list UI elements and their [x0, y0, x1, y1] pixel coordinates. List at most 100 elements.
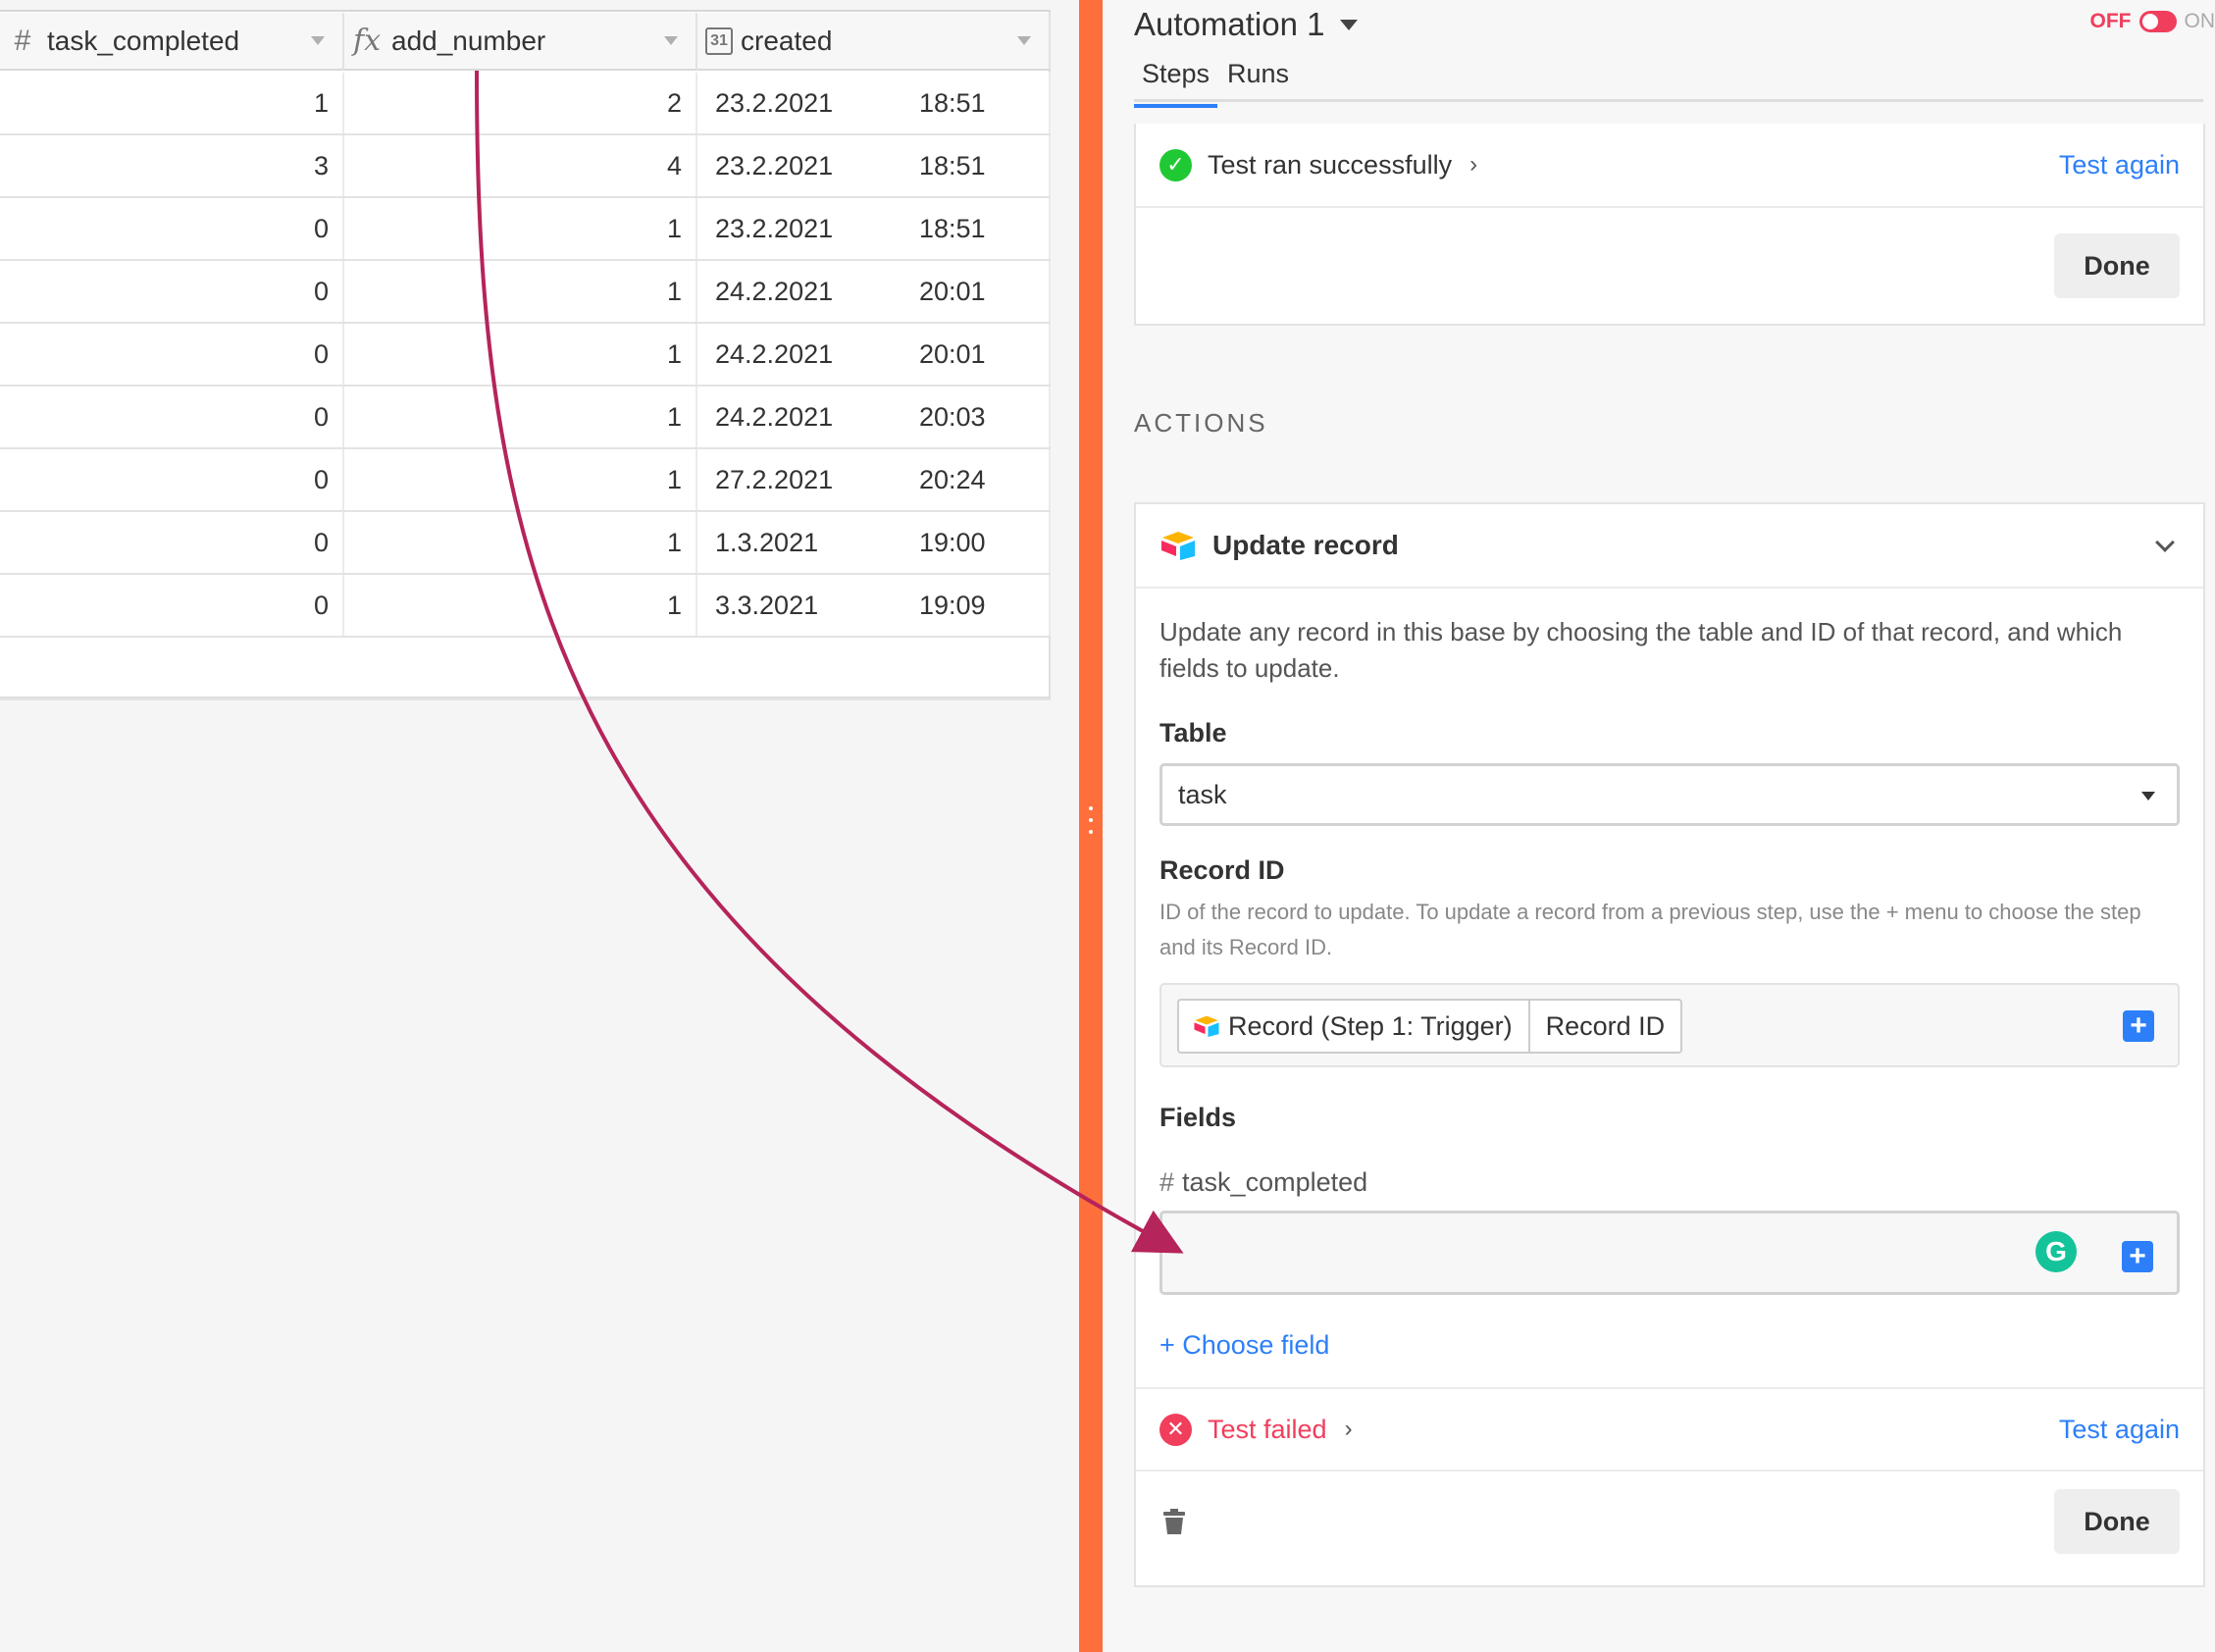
cell-task-completed[interactable]: 0 [0, 198, 344, 259]
created-date: 23.2.2021 [715, 151, 834, 181]
actions-section-label: ACTIONS [1134, 408, 1268, 438]
token-field-label: Record ID [1545, 1010, 1666, 1041]
column-menu-caret-icon[interactable] [311, 36, 325, 45]
add-token-button[interactable]: + [2123, 1010, 2154, 1042]
update-record-action-card: Update record Update any record in this … [1134, 502, 2205, 1587]
cell-created[interactable]: 27.2.2021 20:24 [697, 449, 1051, 510]
automation-toggle[interactable]: OFF ON [2090, 10, 2215, 33]
cell-created[interactable]: 23.2.2021 18:51 [697, 73, 1051, 133]
formula-field-icon: fx [352, 24, 382, 58]
add-token-button[interactable]: + [2122, 1241, 2153, 1272]
resize-handle-dot [1089, 830, 1093, 834]
table-row[interactable]: 1 2 23.2.2021 18:51 [0, 73, 1051, 135]
created-date: 3.3.2021 [715, 591, 819, 620]
cell-task-completed[interactable]: 0 [0, 324, 344, 385]
cell-task-completed[interactable]: 1 [0, 73, 344, 133]
cell-add-number[interactable]: 1 [344, 512, 697, 573]
cell-task-completed[interactable]: 0 [0, 261, 344, 322]
number-field-icon: # [14, 24, 31, 57]
cell-created[interactable]: 24.2.2021 20:01 [697, 261, 1051, 322]
table-label: Table [1159, 718, 1227, 748]
cell-created[interactable]: 24.2.2021 20:01 [697, 324, 1051, 385]
created-time: 18:51 [919, 88, 986, 118]
add-row-area[interactable] [0, 638, 1051, 700]
chevron-right-icon[interactable]: › [1469, 151, 1477, 179]
toggle-switch[interactable] [2138, 11, 2177, 32]
trash-icon[interactable] [1163, 1509, 1185, 1534]
panel-resize-divider[interactable] [1079, 0, 1103, 1652]
trigger-status-text[interactable]: Test ran successfully [1208, 150, 1452, 181]
field-name-label: task_completed [1182, 1167, 1368, 1197]
created-time: 19:00 [919, 528, 986, 557]
choose-field-link[interactable]: + Choose field [1159, 1330, 1329, 1361]
number-field-icon: # [1159, 1167, 1175, 1197]
created-time: 20:03 [919, 402, 986, 432]
trigger-test-status: ✓ Test ran successfully › Test again [1136, 124, 2203, 208]
action-test-again-link[interactable]: Test again [2059, 1415, 2180, 1445]
action-header[interactable]: Update record [1136, 504, 2203, 589]
record-id-input[interactable]: Record (Step 1: Trigger) Record ID + [1159, 983, 2180, 1067]
trigger-test-again-link[interactable]: Test again [2059, 150, 2180, 181]
chevron-right-icon[interactable]: › [1345, 1416, 1353, 1443]
cell-created[interactable]: 23.2.2021 18:51 [697, 135, 1051, 196]
cell-add-number[interactable]: 1 [344, 387, 697, 447]
column-menu-caret-icon[interactable] [1017, 36, 1031, 45]
table-row[interactable]: 3 4 23.2.2021 18:51 [0, 135, 1051, 198]
cell-created[interactable]: 3.3.2021 19:09 [697, 575, 1051, 636]
cell-task-completed[interactable]: 0 [0, 575, 344, 636]
calendar-field-icon: 31 [705, 26, 733, 55]
table-row[interactable]: 0 1 24.2.2021 20:01 [0, 261, 1051, 324]
cell-add-number[interactable]: 1 [344, 575, 697, 636]
column-header-add-number[interactable]: fx add_number [344, 13, 697, 71]
action-title: Update record [1212, 530, 1399, 560]
table-row[interactable]: 0 1 24.2.2021 20:01 [0, 324, 1051, 387]
table-row[interactable]: 0 1 23.2.2021 18:51 [0, 198, 1051, 261]
resize-handle-dot [1089, 818, 1093, 822]
chevron-down-icon[interactable] [2155, 533, 2175, 552]
cell-task-completed[interactable]: 0 [0, 512, 344, 573]
automation-title: Automation 1 [1134, 6, 1325, 42]
tab-runs[interactable]: Runs [1219, 59, 1297, 102]
created-date: 23.2.2021 [715, 88, 834, 118]
column-header-task-completed[interactable]: # task_completed [0, 13, 344, 71]
table-row[interactable]: 0 1 3.3.2021 19:09 [0, 575, 1051, 638]
action-test-status: ✕ Test failed › Test again [1136, 1387, 2203, 1471]
column-header-created[interactable]: 31 created [697, 13, 1051, 71]
action-done-button[interactable]: Done [2054, 1489, 2180, 1554]
table-row[interactable]: 0 1 27.2.2021 20:24 [0, 449, 1051, 512]
toggle-off-label: OFF [2089, 10, 2132, 32]
check-circle-icon: ✓ [1159, 148, 1192, 181]
created-date: 1.3.2021 [715, 528, 819, 557]
cell-add-number[interactable]: 1 [344, 324, 697, 385]
cell-add-number[interactable]: 2 [344, 73, 697, 133]
created-time: 20:24 [919, 465, 986, 494]
created-time: 20:01 [919, 277, 986, 306]
cell-task-completed[interactable]: 3 [0, 135, 344, 196]
column-menu-caret-icon[interactable] [664, 36, 678, 45]
cell-add-number[interactable]: 1 [344, 198, 697, 259]
task-completed-value-input[interactable]: G + [1159, 1211, 2180, 1295]
automation-name-dropdown[interactable]: Automation 1 [1134, 6, 1359, 43]
x-circle-icon: ✕ [1159, 1413, 1192, 1446]
cell-add-number[interactable]: 4 [344, 135, 697, 196]
table-row[interactable]: 0 1 1.3.2021 19:00 [0, 512, 1051, 575]
created-date: 23.2.2021 [715, 214, 834, 243]
trigger-done-button[interactable]: Done [2054, 233, 2180, 298]
field-name-task-completed: # task_completed [1159, 1167, 1367, 1198]
cell-add-number[interactable]: 1 [344, 261, 697, 322]
cell-task-completed[interactable]: 0 [0, 449, 344, 510]
cell-created[interactable]: 23.2.2021 18:51 [697, 198, 1051, 259]
cell-add-number[interactable]: 1 [344, 449, 697, 510]
cell-created[interactable]: 24.2.2021 20:03 [697, 387, 1051, 447]
cell-created[interactable]: 1.3.2021 19:00 [697, 512, 1051, 573]
table-select[interactable]: task [1159, 763, 2180, 826]
grammarly-icon[interactable]: G [2035, 1231, 2077, 1272]
table-row[interactable]: 0 1 24.2.2021 20:03 [0, 387, 1051, 449]
record-id-token[interactable]: Record (Step 1: Trigger) Record ID [1177, 999, 1683, 1054]
toggle-on-label: ON [2184, 10, 2215, 32]
tab-steps[interactable]: Steps [1134, 59, 1218, 108]
caret-down-icon [2141, 792, 2155, 800]
action-status-text[interactable]: Test failed [1208, 1415, 1327, 1445]
record-id-label: Record ID [1159, 855, 1285, 885]
cell-task-completed[interactable]: 0 [0, 387, 344, 447]
